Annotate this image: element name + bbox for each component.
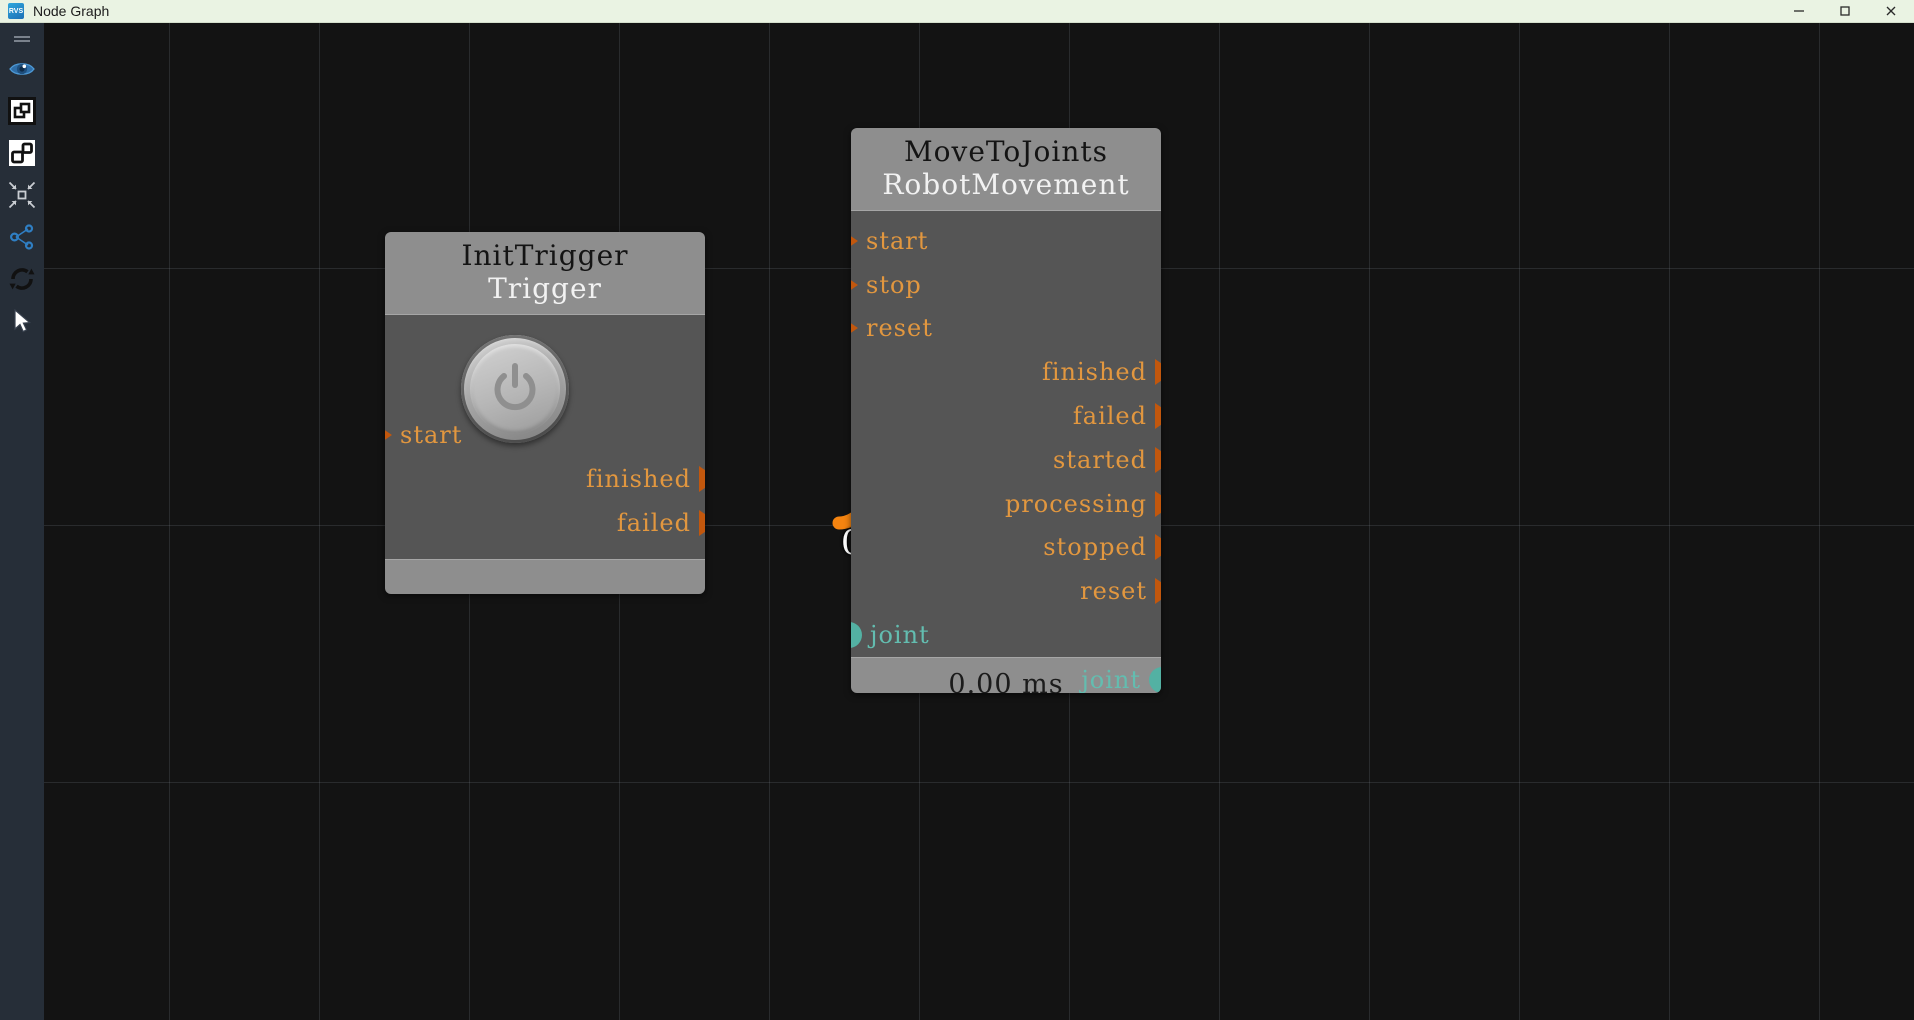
node-header-move-to-joints[interactable]: MoveToJoints RobotMovement [851, 128, 1161, 212]
port-label: finished [585, 465, 691, 494]
port-label: reset [866, 314, 933, 343]
sidebar-item-nodes[interactable] [2, 133, 42, 173]
eye-icon [9, 63, 35, 75]
title-bar: RVS Node Graph [0, 0, 1914, 23]
data-port-dot-icon[interactable] [851, 622, 862, 649]
exec-port-triangle-icon[interactable] [851, 272, 858, 299]
node-title: InitTrigger [461, 239, 629, 272]
exec-port-triangle-icon[interactable] [699, 510, 705, 537]
close-icon [1886, 6, 1896, 16]
port-in-stop[interactable]: stop [851, 271, 922, 299]
sidebar-item-select-tool[interactable] [2, 301, 42, 341]
port-out-failed[interactable]: failed [1073, 402, 1161, 430]
sidebar-item-refresh[interactable] [2, 259, 42, 299]
port-label: joint [870, 621, 930, 650]
drag-handle-icon [14, 36, 30, 38]
port-out-failed[interactable]: failed [617, 509, 705, 537]
maximize-icon [1840, 6, 1850, 16]
port-label: start [400, 421, 463, 450]
sidebar-item-share[interactable] [2, 217, 42, 257]
node-subtitle: RobotMovement [882, 168, 1130, 202]
port-label: failed [616, 509, 691, 538]
sidebar-drag-handle[interactable] [0, 27, 44, 47]
port-label: failed [1072, 402, 1147, 431]
close-button[interactable] [1868, 0, 1914, 22]
exec-port-triangle-icon[interactable] [1155, 359, 1161, 386]
power-button-widget[interactable] [461, 335, 569, 444]
node-footer-init-trigger [385, 559, 705, 594]
exec-port-triangle-icon[interactable] [851, 228, 858, 255]
nodes-icon [9, 140, 35, 166]
port-label: processing [1004, 490, 1147, 519]
exec-port-triangle-icon[interactable] [1155, 403, 1161, 430]
power-icon [494, 363, 536, 411]
sidebar-item-visibility[interactable] [2, 49, 42, 89]
port-out-joint[interactable]: joint [1081, 666, 1161, 693]
node-graph-window: RVS Node Graph InitTrigger Trigger start… [0, 0, 1914, 1020]
port-out-processing[interactable]: processing [1005, 490, 1161, 518]
exec-port-triangle-icon[interactable] [1155, 578, 1161, 605]
node-body-move-to-joints: start stop reset finished failed started… [851, 211, 1161, 693]
node-move-to-joints[interactable]: MoveToJoints RobotMovement start stop re… [851, 128, 1161, 693]
window-title: Node Graph [33, 3, 110, 19]
app-logo-icon: RVS [8, 3, 24, 19]
fit-view-icon [8, 181, 36, 209]
port-in-start[interactable]: start [385, 421, 462, 449]
node-init-trigger[interactable]: InitTrigger Trigger start finished faile… [385, 232, 705, 594]
port-out-reset[interactable]: reset [1080, 577, 1161, 605]
port-label: joint [1081, 666, 1141, 693]
port-out-finished[interactable]: finished [586, 465, 705, 493]
exec-port-triangle-icon[interactable] [699, 466, 705, 493]
minimize-button[interactable] [1776, 0, 1822, 22]
sidebar-item-group[interactable] [2, 91, 42, 131]
exec-port-triangle-icon[interactable] [1155, 491, 1161, 518]
port-label: start [866, 227, 929, 256]
port-out-started[interactable]: started [1053, 446, 1161, 474]
port-in-reset[interactable]: reset [851, 314, 933, 342]
port-label: stopped [1043, 533, 1147, 562]
share-graph-icon [9, 224, 34, 250]
exec-port-triangle-icon[interactable] [385, 422, 392, 449]
refresh-icon [9, 268, 35, 290]
exec-port-triangle-icon[interactable] [1155, 534, 1161, 561]
minimize-icon [1794, 10, 1804, 12]
data-port-dot-icon[interactable] [1149, 667, 1161, 693]
port-label: finished [1041, 358, 1147, 387]
node-subtitle: Trigger [488, 272, 602, 306]
port-out-stopped[interactable]: stopped [1043, 533, 1161, 561]
node-title: MoveToJoints [904, 135, 1108, 168]
node-body-init-trigger: start finished failed [385, 315, 705, 560]
port-in-start[interactable]: start [851, 227, 928, 255]
port-label: stop [866, 271, 922, 300]
port-label: reset [1080, 577, 1147, 606]
exec-port-triangle-icon[interactable] [851, 315, 858, 342]
tool-sidebar [0, 23, 44, 1020]
sidebar-item-fit-view[interactable] [2, 175, 42, 215]
cursor-arrow-icon [14, 308, 32, 333]
exec-port-triangle-icon[interactable] [1155, 447, 1161, 474]
port-out-finished[interactable]: finished [1042, 358, 1161, 386]
graph-canvas[interactable]: 0 InitTrigger Trigger start [44, 23, 1914, 1020]
port-label: started [1053, 446, 1147, 475]
maximize-button[interactable] [1822, 0, 1868, 22]
group-frame-icon [8, 97, 36, 125]
node-header-init-trigger[interactable]: InitTrigger Trigger [385, 232, 705, 316]
port-in-joint[interactable]: joint [851, 621, 930, 649]
